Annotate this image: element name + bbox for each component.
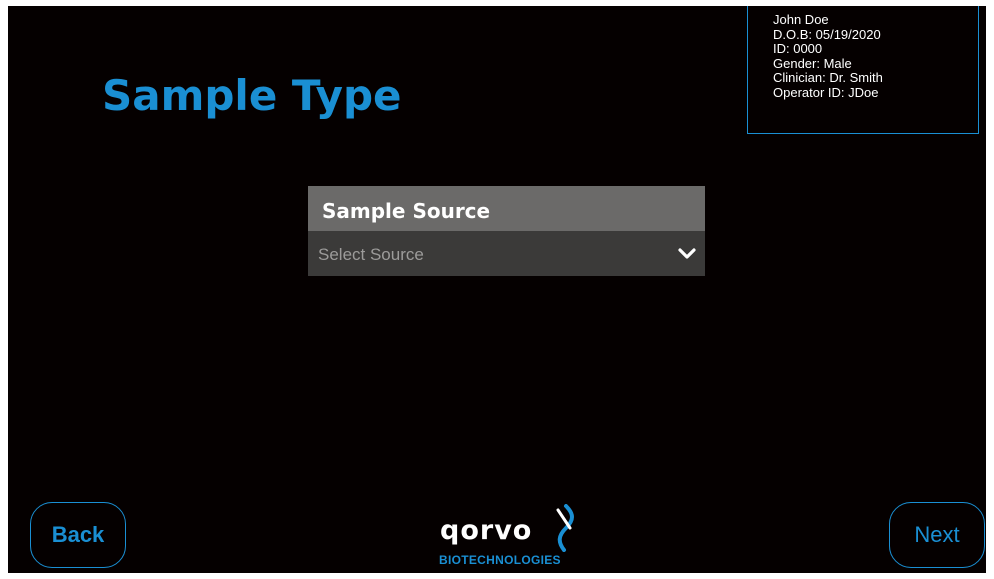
page-title: Sample Type [102, 71, 402, 120]
patient-operator-id: Operator ID: JDoe [773, 84, 879, 100]
app-screen: Sample Type John Doe D.O.B: 05/19/2020 I… [8, 6, 986, 573]
sample-source-placeholder: Select Source [318, 245, 424, 264]
logo-wordmark: qorvo [440, 515, 533, 546]
patient-id: ID: 0000 [773, 41, 823, 56]
helix-logo-icon [556, 504, 574, 552]
chevron-down-icon[interactable] [677, 247, 697, 261]
patient-info-panel: John Doe D.O.B: 05/19/2020 ID: 0000 Gend… [747, 6, 979, 134]
patient-clinician: Clinician: Dr. Smith [773, 70, 883, 85]
sample-source-dropdown[interactable]: Select Source [308, 231, 705, 276]
patient-dob: D.O.B: 05/19/2020 [773, 26, 881, 42]
qorvo-logo: qorvo BIOTECHNOLOGIES [438, 498, 578, 573]
patient-gender: Gender: Male [773, 55, 852, 71]
sample-source-header: Sample Source [308, 186, 705, 231]
next-button[interactable]: Next [889, 502, 985, 568]
sample-source-panel: Sample Source Select Source [308, 186, 705, 276]
patient-name: John Doe [773, 12, 829, 27]
logo-subtitle: BIOTECHNOLOGIES [439, 553, 561, 567]
back-button[interactable]: Back [30, 502, 126, 568]
